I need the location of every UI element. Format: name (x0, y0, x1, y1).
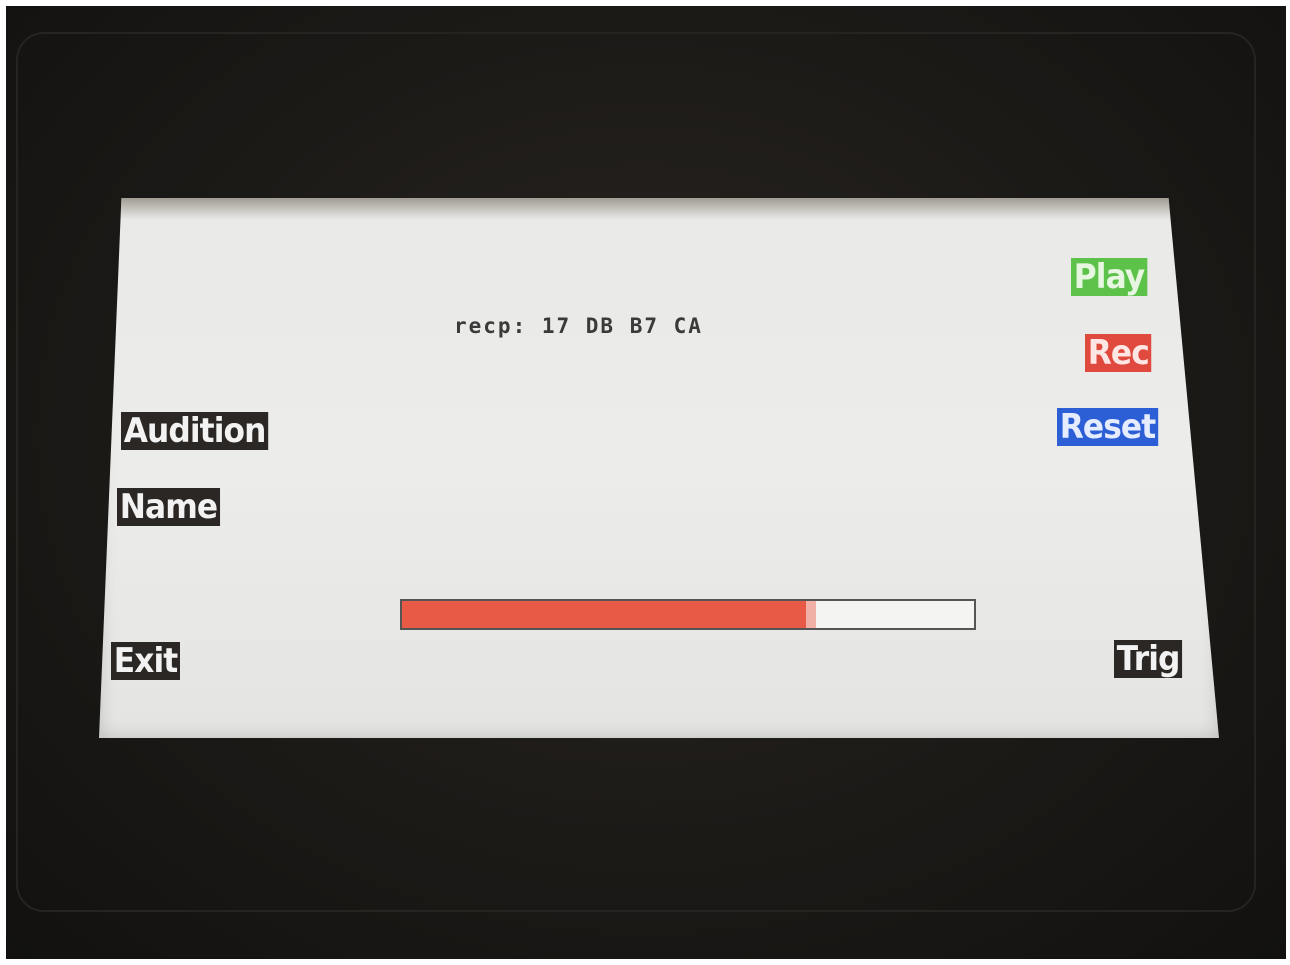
audition-button[interactable]: Audition (121, 412, 269, 450)
trig-button[interactable]: Trig (1114, 640, 1183, 678)
progress-tip (806, 601, 817, 628)
rec-button[interactable]: Rec (1085, 334, 1152, 372)
exit-button[interactable]: Exit (111, 642, 181, 680)
lcd-screen: Play Rec Reset Trig recp: 17 DB B7 CA Au… (99, 198, 1219, 738)
recp-status-text: recp: 17 DB B7 CA (454, 314, 703, 338)
device-photo: Play Rec Reset Trig recp: 17 DB B7 CA Au… (6, 6, 1286, 959)
name-button[interactable]: Name (117, 488, 220, 526)
reset-button[interactable]: Reset (1057, 408, 1159, 446)
progress-fill (402, 601, 809, 628)
screen-shadow (99, 198, 1219, 220)
record-progress-bar (400, 599, 976, 630)
play-button[interactable]: Play (1071, 258, 1148, 296)
